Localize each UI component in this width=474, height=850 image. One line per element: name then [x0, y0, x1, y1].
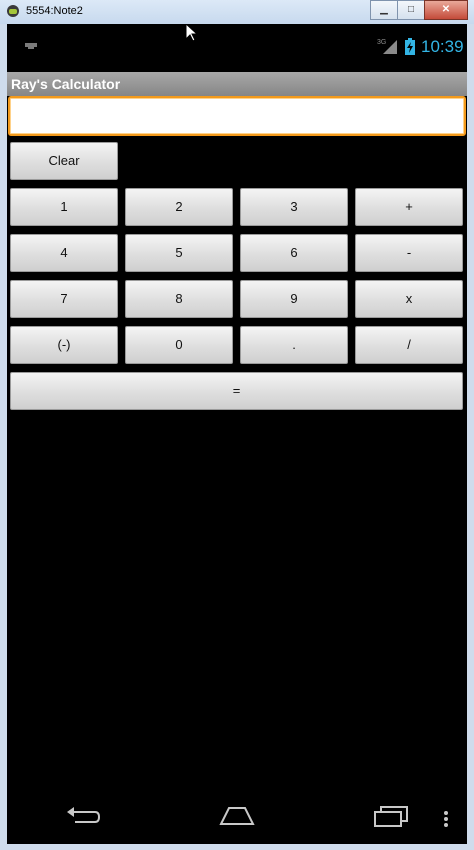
subtract-button[interactable]: -	[355, 234, 463, 272]
window-controls: ▁ □ ✕	[370, 0, 468, 20]
navigation-bar	[7, 792, 467, 844]
digit-2-button[interactable]: 2	[125, 188, 233, 226]
close-button[interactable]: ✕	[424, 0, 468, 20]
digit-7-button[interactable]: 7	[10, 280, 118, 318]
multiply-button[interactable]: x	[355, 280, 463, 318]
digit-5-button[interactable]: 5	[125, 234, 233, 272]
minimize-button[interactable]: ▁	[370, 0, 398, 20]
battery-charging-icon	[405, 38, 415, 55]
mouse-cursor-icon	[186, 24, 198, 42]
maximize-button[interactable]: □	[397, 0, 425, 20]
digit-8-button[interactable]: 8	[125, 280, 233, 318]
signal-icon	[383, 40, 397, 54]
app-title-bar: Ray's Calculator	[7, 72, 467, 96]
decimal-button[interactable]: .	[240, 326, 348, 364]
add-button[interactable]: +	[355, 188, 463, 226]
digit-9-button[interactable]: 9	[240, 280, 348, 318]
status-clock: 10:39	[421, 37, 464, 56]
digit-0-button[interactable]: 0	[125, 326, 233, 364]
recent-apps-icon[interactable]	[373, 804, 409, 828]
window-titlebar[interactable]: 5554:Note2 ▁ □ ✕	[0, 0, 474, 24]
home-icon[interactable]	[219, 804, 255, 826]
digit-6-button[interactable]: 6	[240, 234, 348, 272]
clear-button[interactable]: Clear	[10, 142, 118, 180]
digit-1-button[interactable]: 1	[10, 188, 118, 226]
window-border-right	[467, 24, 474, 844]
negate-button[interactable]: (-)	[10, 326, 118, 364]
device-screen: 3G 10:39 Ray's Calculator Clear 1 2 3 + …	[7, 24, 467, 844]
window-title: 5554:Note2	[26, 5, 83, 17]
divide-button[interactable]: /	[355, 326, 463, 364]
equals-button[interactable]: =	[10, 372, 463, 410]
usb-debug-icon	[25, 43, 37, 49]
android-app-icon	[7, 5, 19, 17]
status-bar: 3G 10:39	[7, 24, 467, 69]
digit-3-button[interactable]: 3	[240, 188, 348, 226]
app-title: Ray's Calculator	[11, 76, 121, 92]
calculator-display[interactable]	[8, 96, 466, 136]
back-icon[interactable]	[65, 806, 101, 828]
digit-4-button[interactable]: 4	[10, 234, 118, 272]
window-border-left	[0, 24, 7, 844]
overflow-menu-icon[interactable]	[443, 810, 449, 828]
window-border-bottom	[0, 844, 474, 850]
